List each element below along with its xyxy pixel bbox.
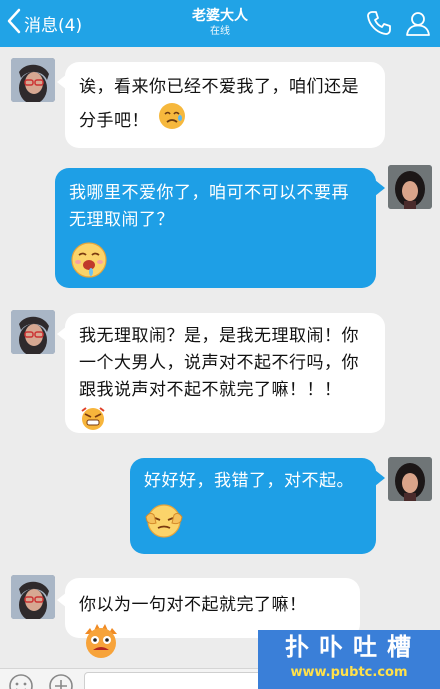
message-line: 我哪里不爱你了，咱可不可以不要再 bbox=[69, 183, 349, 203]
crying-face-emoji bbox=[157, 101, 187, 140]
back-button[interactable]: 消息(4) bbox=[6, 8, 82, 38]
phone-icon[interactable] bbox=[365, 9, 393, 37]
contact-name: 老婆大人 bbox=[192, 8, 248, 24]
watermark-title: 扑卟吐槽 bbox=[285, 633, 421, 661]
message-line: 分手吧！ bbox=[79, 110, 149, 131]
watermark-url: www.pubtc.com bbox=[290, 665, 408, 680]
message-line: 一个大男人，说声对不起不行吗，你 bbox=[79, 353, 359, 373]
contact-title-block: 老婆大人 在线 bbox=[120, 7, 320, 39]
message-bubble-outgoing[interactable]: 好好好，我错了，对不起。 bbox=[130, 458, 376, 554]
back-label: 消息(4) bbox=[24, 15, 83, 36]
message-bubble-outgoing[interactable]: 我哪里不爱你了，咱可不可以不要再 无理取闹了？ bbox=[55, 168, 376, 288]
message-line: 跟我说声对不起不就完了嘛！！！ bbox=[79, 380, 342, 400]
self-avatar[interactable] bbox=[388, 457, 432, 501]
online-status: 在线 bbox=[210, 26, 230, 37]
contact-avatar[interactable] bbox=[11, 58, 55, 102]
emoji-smiley-icon[interactable] bbox=[8, 673, 34, 689]
site-watermark: 扑卟吐槽 www.pubtc.com bbox=[258, 630, 440, 689]
message-line: 你以为一句对不起就完了嘛！ bbox=[79, 595, 307, 615]
drooling-face-emoji bbox=[69, 240, 364, 280]
bubble-tail bbox=[375, 180, 385, 196]
chat-header: 消息(4) 老婆大人 在线 bbox=[0, 0, 440, 47]
profile-icon[interactable] bbox=[404, 9, 432, 37]
bubble-tail bbox=[375, 470, 385, 486]
message-bubble-incoming[interactable]: 我无理取闹？是，是我无理取闹！你 一个大男人，说声对不起不行吗，你 跟我说声对不… bbox=[65, 313, 385, 433]
cheek-pinch-emoji bbox=[144, 501, 364, 541]
message-bubble-incoming[interactable]: 诶，看来你已经不爱我了，咱们还是 分手吧！ bbox=[65, 62, 385, 148]
plus-icon[interactable] bbox=[48, 673, 74, 689]
chevron-left-icon bbox=[6, 8, 22, 38]
self-avatar[interactable] bbox=[388, 165, 432, 209]
message-line: 我无理取闹？是，是我无理取闹！你 bbox=[79, 326, 359, 346]
message-line: 无理取闹了？ bbox=[69, 210, 174, 230]
angry-face-emoji bbox=[79, 405, 375, 440]
message-line: 好好好，我错了，对不起。 bbox=[144, 471, 354, 491]
message-bubble-incoming[interactable]: 你以为一句对不起就完了嘛！ bbox=[65, 578, 360, 658]
furious-monster-emoji bbox=[81, 620, 121, 669]
contact-avatar[interactable] bbox=[11, 575, 55, 619]
contact-avatar[interactable] bbox=[11, 310, 55, 354]
message-line: 诶，看来你已经不爱我了，咱们还是 bbox=[79, 77, 359, 97]
